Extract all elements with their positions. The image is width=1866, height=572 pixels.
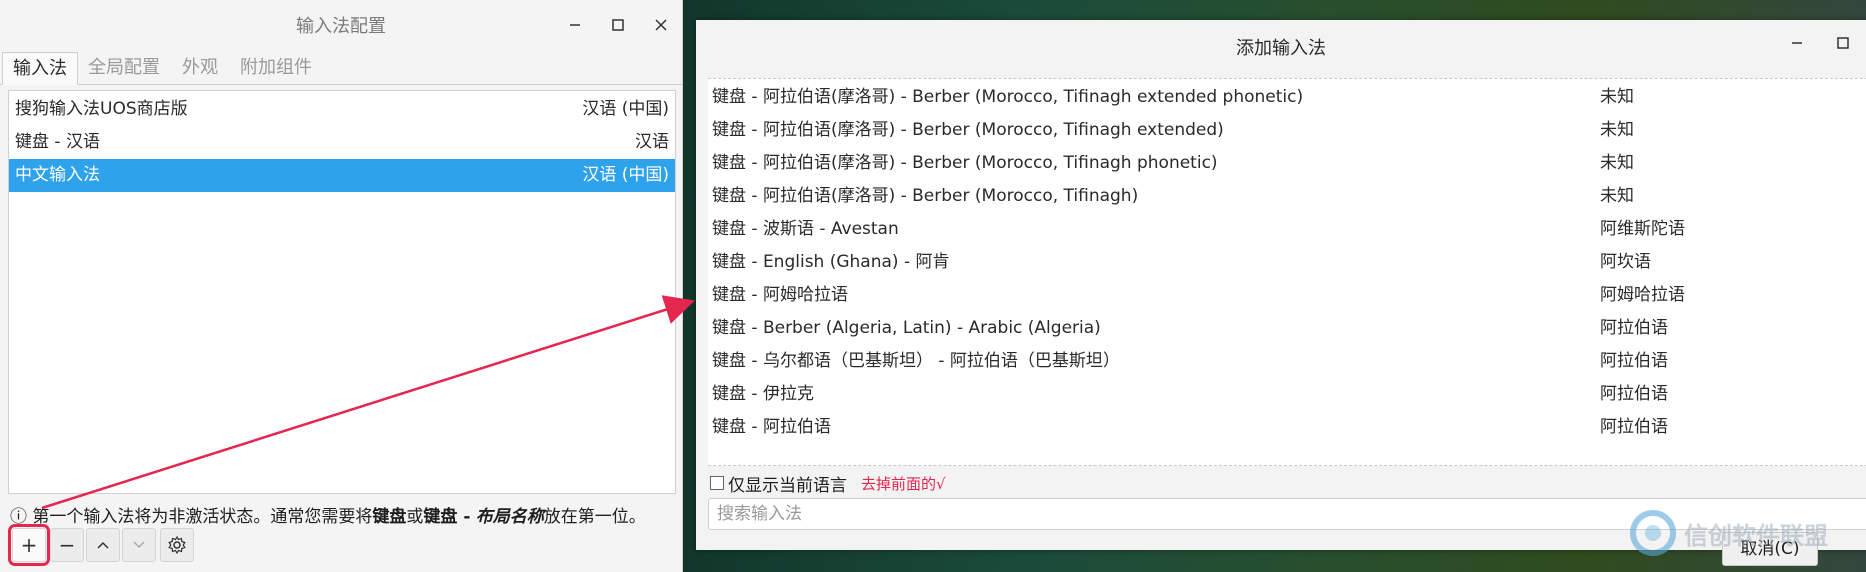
item-lang: 阿维斯陀语 [1600,219,1685,239]
item-lang: 阿姆哈拉语 [1600,285,1685,305]
plus-icon: + [20,533,38,557]
im-lang: 汉语 [635,132,669,152]
list-item[interactable]: 键盘 - 阿拉伯语 阿拉伯语 [708,411,1866,444]
list-item[interactable]: 键盘 - Berber (Algeria, Latin) - Arabic (A… [708,312,1866,345]
item-name: 键盘 - 伊拉克 [712,384,814,404]
only-current-lang-label: 仅显示当前语言 [728,475,847,496]
configure-im-button[interactable] [160,528,194,562]
available-im-list: 键盘 - 阿拉伯语(摩洛哥) - Berber (Morocco, Tifina… [708,78,1866,466]
item-name: 键盘 - 波斯语 - Avestan [712,219,899,239]
add-im-button[interactable]: + [8,524,50,566]
tab-input-method[interactable]: 输入法 [2,52,78,85]
item-lang: 未知 [1600,87,1634,107]
list-item[interactable]: 键盘 - 阿拉伯语(摩洛哥) - Berber (Morocco, Tifina… [708,81,1866,114]
item-name: 键盘 - English (Ghana) - 阿肯 [712,252,950,272]
hint-part: 或 [406,507,424,527]
move-down-button[interactable] [122,528,156,562]
list-item[interactable]: 键盘 - English (Ghana) - 阿肯 阿坎语 [708,246,1866,279]
move-up-button[interactable] [86,528,120,562]
item-lang: 未知 [1600,120,1634,140]
tab-addons[interactable]: 附加组件 [230,52,322,84]
titlebar: 输入法配置 [0,0,682,48]
minus-icon: − [58,533,76,557]
watermark: 信创软件联盟 [1628,508,1828,558]
hint-part: 放在第一位。 [543,507,646,527]
minimize-button[interactable] [560,10,590,40]
item-lang: 阿拉伯语 [1600,318,1668,338]
im-name: 键盘 - 汉语 [15,132,100,152]
item-name: 键盘 - Berber (Algeria, Latin) - Arabic (A… [712,318,1101,338]
im-config-window: 输入法配置 输入法 全局配置 外观 附加组件 搜狗输入法UOS商店版 汉语 (中… [0,0,683,572]
item-name: 键盘 - 阿姆哈拉语 [712,285,848,305]
minimize-icon [570,24,580,26]
im-list-item[interactable]: 键盘 - 汉语 汉语 [9,126,675,159]
item-name: 键盘 - 阿拉伯语 [712,417,831,437]
im-toolbar: + − [8,524,680,566]
annotation-text: 去掉前面的√ [861,474,946,493]
im-list-item-selected[interactable]: 中文输入法 汉语 (中国) [9,159,675,192]
close-icon [655,19,667,31]
im-lang: 汉语 (中国) [582,99,669,119]
maximize-button[interactable] [1828,28,1858,58]
hint-italic: 布局名称 [475,507,544,527]
item-name: 键盘 - 阿拉伯语(摩洛哥) - Berber (Morocco, Tifina… [712,87,1304,107]
hint-text: ⓘ 第一个输入法将为非激活状态。通常您需要将键盘或键盘 - 布局名称放在第一位。 [10,502,646,527]
search-placeholder: 搜索输入法 [717,504,802,524]
item-lang: 阿拉伯语 [1600,351,1668,371]
list-item[interactable]: 键盘 - 阿姆哈拉语 阿姆哈拉语 [708,279,1866,312]
minimize-button[interactable] [1782,28,1812,58]
tab-global-config[interactable]: 全局配置 [78,52,170,84]
list-item[interactable]: 键盘 - 阿拉伯语(摩洛哥) - Berber (Morocco, Tifina… [708,114,1866,147]
maximize-button[interactable] [603,10,633,40]
tab-bar: 输入法 全局配置 外观 附加组件 [0,52,682,85]
item-name: 键盘 - 乌尔都语（巴基斯坦） - 阿拉伯语（巴基斯坦） [712,351,1120,371]
item-name: 键盘 - 阿拉伯语(摩洛哥) - Berber (Morocco, Tifina… [712,153,1218,173]
remove-im-button[interactable]: − [50,528,84,562]
list-item[interactable]: 键盘 - 波斯语 - Avestan 阿维斯陀语 [708,213,1866,246]
tab-appearance[interactable]: 外观 [172,52,228,84]
chevron-down-icon [133,541,145,549]
list-item[interactable]: 键盘 - 阿拉伯语(摩洛哥) - Berber (Morocco, Tifina… [708,147,1866,180]
hint-bold: 键盘 - [423,507,471,527]
maximize-icon [612,19,624,31]
im-list: 搜狗输入法UOS商店版 汉语 (中国) 键盘 - 汉语 汉语 中文输入法 汉语 … [8,90,676,494]
maximize-icon [1837,37,1849,49]
dialog-title: 添加输入法 [1236,38,1326,59]
item-lang: 阿坎语 [1600,252,1651,272]
gear-icon [168,535,186,555]
item-name: 键盘 - 阿拉伯语(摩洛哥) - Berber (Morocco, Tifina… [712,120,1224,140]
item-lang: 未知 [1600,153,1634,173]
only-current-lang-row: 仅显示当前语言 去掉前面的√ [710,472,946,496]
watermark-logo-icon [1630,510,1676,556]
list-item[interactable]: 键盘 - 乌尔都语（巴基斯坦） - 阿拉伯语（巴基斯坦） 阿拉伯语 [708,345,1866,378]
close-button[interactable] [646,10,676,40]
watermark-text: 信创软件联盟 [1684,521,1828,550]
hint-part: 第一个输入法将为非激活状态。通常您需要将 [32,507,373,527]
im-lang: 汉语 (中国) [582,165,669,185]
item-name: 键盘 - 阿拉伯语(摩洛哥) - Berber (Morocco, Tifina… [712,186,1139,206]
item-lang: 阿拉伯语 [1600,384,1668,404]
list-item[interactable]: 键盘 - 伊拉克 阿拉伯语 [708,378,1866,411]
info-icon: ⓘ [10,507,27,527]
im-name: 中文输入法 [15,165,100,185]
hint-bold: 键盘 [372,507,407,527]
add-im-dialog: 添加输入法 键盘 - 阿拉伯语(摩洛哥) - Berber (Morocco, … [696,20,1866,566]
item-lang: 阿拉伯语 [1600,417,1668,437]
only-current-lang-checkbox[interactable] [710,476,724,490]
chevron-up-icon [97,541,109,549]
minimize-icon [1792,42,1802,44]
im-name: 搜狗输入法UOS商店版 [15,99,188,119]
list-item[interactable]: 键盘 - 阿拉伯语(摩洛哥) - Berber (Morocco, Tifina… [708,180,1866,213]
im-list-item[interactable]: 搜狗输入法UOS商店版 汉语 (中国) [9,93,675,126]
item-lang: 未知 [1600,186,1634,206]
